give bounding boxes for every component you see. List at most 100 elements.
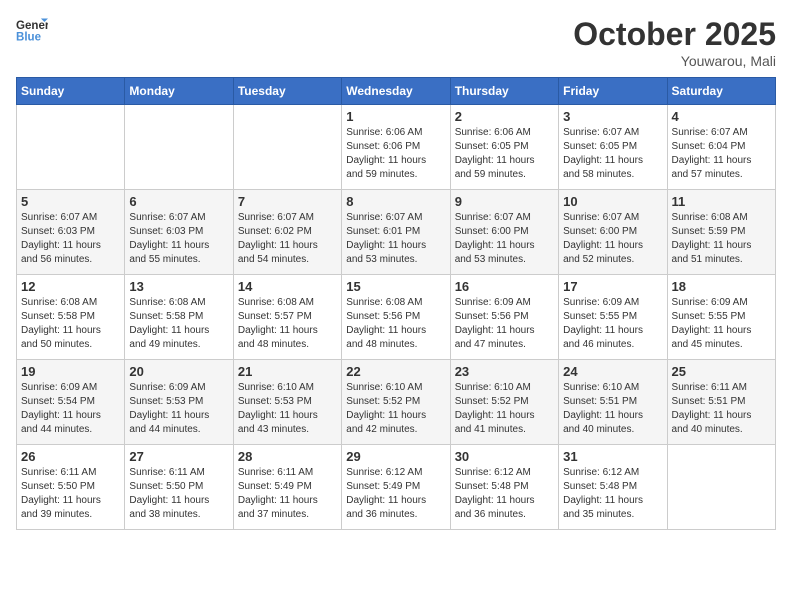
day-number: 11 <box>672 194 771 209</box>
calendar-cell: 10Sunrise: 6:07 AM Sunset: 6:00 PM Dayli… <box>559 190 667 275</box>
header-sunday: Sunday <box>17 78 125 105</box>
calendar-cell: 18 Sunrise: 6:09 AM Sunset: 5:55 PM Dayli… <box>667 275 775 360</box>
header-wednesday: Wednesday <box>342 78 450 105</box>
day-number: 7 <box>238 194 337 209</box>
calendar-cell: 4 Sunrise: 6:07 AM Sunset: 6:04 PM Daylig… <box>667 105 775 190</box>
day-number: 5 <box>21 194 120 209</box>
day-number: 24 <box>563 364 662 379</box>
calendar-cell: 17Sunrise: 6:09 AM Sunset: 5:55 PM Dayli… <box>559 275 667 360</box>
calendar-cell: 9 Sunrise: 6:07 AM Sunset: 6:00 PM Daylig… <box>450 190 558 275</box>
day-number: 4 <box>672 109 771 124</box>
day-info: Sunrise: 6:11 AM Sunset: 5:51 PM Dayligh… <box>672 381 771 437</box>
day-info: Sunrise: 6:08 AM Sunset: 5:59 PM Dayligh… <box>672 211 771 267</box>
day-info: Sunrise: 6:07 AM Sunset: 6:01 PM Dayligh… <box>346 211 445 267</box>
day-info: Sunrise: 6:07 AM Sunset: 6:04 PM Dayligh… <box>672 126 771 182</box>
day-number: 25 <box>672 364 771 379</box>
day-number: 1 <box>346 109 445 124</box>
calendar-cell: 19Sunrise: 6:09 AM Sunset: 5:54 PM Dayli… <box>17 360 125 445</box>
calendar-cell: 28 Sunrise: 6:11 AM Sunset: 5:49 PM Dayli… <box>233 445 341 530</box>
day-info: Sunrise: 6:07 AM Sunset: 6:00 PM Dayligh… <box>563 211 662 267</box>
day-info: Sunrise: 6:06 AM Sunset: 6:05 PM Dayligh… <box>455 126 554 182</box>
day-number: 13 <box>129 279 228 294</box>
day-info: Sunrise: 6:11 AM Sunset: 5:49 PM Dayligh… <box>238 466 337 522</box>
calendar-week-row: 1 Sunrise: 6:06 AM Sunset: 6:06 PM Daylig… <box>17 105 776 190</box>
day-number: 18 <box>672 279 771 294</box>
day-number: 29 <box>346 449 445 464</box>
day-number: 8 <box>346 194 445 209</box>
calendar-header-row: SundayMondayTuesdayWednesdayThursdayFrid… <box>17 78 776 105</box>
svg-text:General: General <box>16 20 48 32</box>
calendar-cell: 3Sunrise: 6:07 AM Sunset: 6:05 PM Daylig… <box>559 105 667 190</box>
day-number: 30 <box>455 449 554 464</box>
header-friday: Friday <box>559 78 667 105</box>
calendar-week-row: 5 Sunrise: 6:07 AM Sunset: 6:03 PM Daylig… <box>17 190 776 275</box>
day-number: 14 <box>238 279 337 294</box>
calendar-cell: 5Sunrise: 6:07 AM Sunset: 6:03 PM Daylig… <box>17 190 125 275</box>
day-info: Sunrise: 6:08 AM Sunset: 5:56 PM Dayligh… <box>346 296 445 352</box>
calendar-cell <box>667 445 775 530</box>
day-number: 9 <box>455 194 554 209</box>
calendar-cell: 16 Sunrise: 6:09 AM Sunset: 5:56 PM Dayli… <box>450 275 558 360</box>
day-info: Sunrise: 6:09 AM Sunset: 5:53 PM Dayligh… <box>129 381 228 437</box>
calendar-cell: 23 Sunrise: 6:10 AM Sunset: 5:52 PM Dayli… <box>450 360 558 445</box>
day-number: 31 <box>563 449 662 464</box>
day-info: Sunrise: 6:10 AM Sunset: 5:52 PM Dayligh… <box>346 381 445 437</box>
calendar-cell <box>125 105 233 190</box>
calendar-cell: 25 Sunrise: 6:11 AM Sunset: 5:51 PM Dayli… <box>667 360 775 445</box>
calendar-table: SundayMondayTuesdayWednesdayThursdayFrid… <box>16 77 776 530</box>
calendar-cell: 27 Sunrise: 6:11 AM Sunset: 5:50 PM Dayli… <box>125 445 233 530</box>
day-number: 27 <box>129 449 228 464</box>
day-number: 17 <box>563 279 662 294</box>
day-info: Sunrise: 6:10 AM Sunset: 5:52 PM Dayligh… <box>455 381 554 437</box>
day-number: 23 <box>455 364 554 379</box>
calendar-week-row: 19Sunrise: 6:09 AM Sunset: 5:54 PM Dayli… <box>17 360 776 445</box>
svg-text:Blue: Blue <box>16 32 42 44</box>
calendar-cell: 20 Sunrise: 6:09 AM Sunset: 5:53 PM Dayli… <box>125 360 233 445</box>
calendar-cell: 26 Sunrise: 6:11 AM Sunset: 5:50 PM Dayli… <box>17 445 125 530</box>
logo: General Blue <box>16 16 48 44</box>
day-info: Sunrise: 6:07 AM Sunset: 6:02 PM Dayligh… <box>238 211 337 267</box>
header-tuesday: Tuesday <box>233 78 341 105</box>
day-info: Sunrise: 6:10 AM Sunset: 5:53 PM Dayligh… <box>238 381 337 437</box>
day-number: 16 <box>455 279 554 294</box>
day-info: Sunrise: 6:09 AM Sunset: 5:55 PM Dayligh… <box>672 296 771 352</box>
title-block: October 2025 Youwarou, Mali <box>573 16 776 69</box>
day-info: Sunrise: 6:07 AM Sunset: 6:00 PM Dayligh… <box>455 211 554 267</box>
day-info: Sunrise: 6:12 AM Sunset: 5:48 PM Dayligh… <box>455 466 554 522</box>
day-number: 28 <box>238 449 337 464</box>
day-info: Sunrise: 6:08 AM Sunset: 5:58 PM Dayligh… <box>129 296 228 352</box>
calendar-cell: 12 Sunrise: 6:08 AM Sunset: 5:58 PM Dayli… <box>17 275 125 360</box>
calendar-cell: 1 Sunrise: 6:06 AM Sunset: 6:06 PM Daylig… <box>342 105 450 190</box>
day-number: 2 <box>455 109 554 124</box>
day-number: 12 <box>21 279 120 294</box>
day-number: 20 <box>129 364 228 379</box>
calendar-cell: 11 Sunrise: 6:08 AM Sunset: 5:59 PM Dayli… <box>667 190 775 275</box>
day-number: 22 <box>346 364 445 379</box>
day-info: Sunrise: 6:10 AM Sunset: 5:51 PM Dayligh… <box>563 381 662 437</box>
day-info: Sunrise: 6:07 AM Sunset: 6:05 PM Dayligh… <box>563 126 662 182</box>
day-info: Sunrise: 6:08 AM Sunset: 5:58 PM Dayligh… <box>21 296 120 352</box>
day-number: 26 <box>21 449 120 464</box>
header-monday: Monday <box>125 78 233 105</box>
calendar-cell: 7 Sunrise: 6:07 AM Sunset: 6:02 PM Daylig… <box>233 190 341 275</box>
calendar-cell <box>233 105 341 190</box>
day-info: Sunrise: 6:12 AM Sunset: 5:49 PM Dayligh… <box>346 466 445 522</box>
header-thursday: Thursday <box>450 78 558 105</box>
calendar-cell: 21Sunrise: 6:10 AM Sunset: 5:53 PM Dayli… <box>233 360 341 445</box>
calendar-cell: 14Sunrise: 6:08 AM Sunset: 5:57 PM Dayli… <box>233 275 341 360</box>
day-info: Sunrise: 6:11 AM Sunset: 5:50 PM Dayligh… <box>129 466 228 522</box>
day-info: Sunrise: 6:09 AM Sunset: 5:54 PM Dayligh… <box>21 381 120 437</box>
day-info: Sunrise: 6:09 AM Sunset: 5:56 PM Dayligh… <box>455 296 554 352</box>
calendar-week-row: 12 Sunrise: 6:08 AM Sunset: 5:58 PM Dayli… <box>17 275 776 360</box>
month-title: October 2025 <box>573 16 776 53</box>
calendar-cell: 15Sunrise: 6:08 AM Sunset: 5:56 PM Dayli… <box>342 275 450 360</box>
day-info: Sunrise: 6:06 AM Sunset: 6:06 PM Dayligh… <box>346 126 445 182</box>
day-number: 6 <box>129 194 228 209</box>
day-info: Sunrise: 6:07 AM Sunset: 6:03 PM Dayligh… <box>129 211 228 267</box>
day-info: Sunrise: 6:11 AM Sunset: 5:50 PM Dayligh… <box>21 466 120 522</box>
calendar-cell: 2 Sunrise: 6:06 AM Sunset: 6:05 PM Daylig… <box>450 105 558 190</box>
calendar-cell: 8 Sunrise: 6:07 AM Sunset: 6:01 PM Daylig… <box>342 190 450 275</box>
calendar-cell: 13 Sunrise: 6:08 AM Sunset: 5:58 PM Dayli… <box>125 275 233 360</box>
page-header: General Blue October 2025 Youwarou, Mali <box>16 16 776 69</box>
day-info: Sunrise: 6:12 AM Sunset: 5:48 PM Dayligh… <box>563 466 662 522</box>
